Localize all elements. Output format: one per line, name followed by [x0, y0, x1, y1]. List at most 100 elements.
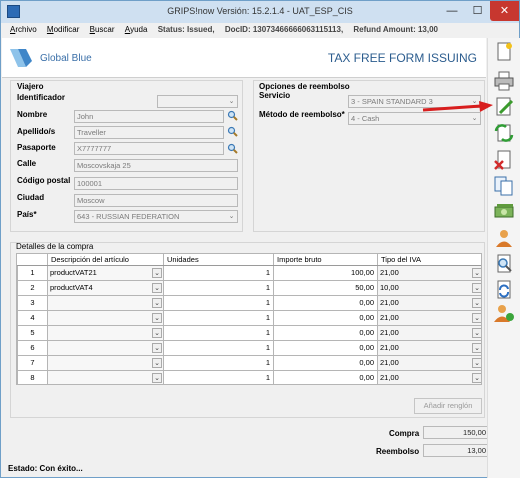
table-row[interactable]: 1 productVAT21 ⌄ 1 100,00 21,00 ⌄	[17, 264, 481, 281]
units-cell[interactable]: 1	[163, 369, 274, 384]
chevron-down-icon[interactable]: ⌄	[472, 282, 481, 293]
codigo-postal-label: Código postal	[17, 176, 71, 185]
metodo-label: Método de reembolso*	[259, 110, 345, 119]
chevron-down-icon: ⌄	[471, 115, 478, 122]
copy-documents-icon[interactable]	[492, 175, 516, 197]
search-icon[interactable]	[227, 110, 238, 121]
apellido-field[interactable]: Traveller	[74, 126, 224, 139]
sync-document-icon[interactable]	[492, 279, 516, 301]
vat-cell[interactable]: 21,00 ⌄	[377, 339, 481, 356]
money-icon[interactable]	[492, 201, 516, 223]
units-cell[interactable]: 1	[163, 324, 274, 341]
reembolso-group-label: Opciones de reembolso	[259, 82, 350, 91]
vat-cell[interactable]: 10,00 ⌄	[377, 279, 481, 296]
chevron-down-icon: ⌄	[228, 98, 235, 105]
units-cell[interactable]: 1	[163, 294, 274, 311]
units-cell[interactable]: 1	[163, 279, 274, 296]
pasaporte-field[interactable]: X7777777	[74, 142, 224, 155]
row-number: 2	[17, 279, 48, 296]
minimize-button[interactable]: —	[439, 1, 465, 21]
chevron-down-icon[interactable]: ⌄	[472, 297, 481, 308]
chevron-down-icon[interactable]: ⌄	[472, 342, 481, 353]
description-cell[interactable]: productVAT4 ⌄	[47, 279, 164, 296]
table-row[interactable]: 8 ⌄ 1 0,00 21,00 ⌄	[17, 369, 481, 384]
table-row[interactable]: 5 ⌄ 1 0,00 21,00 ⌄	[17, 324, 481, 341]
edit-document-icon[interactable]	[492, 96, 516, 118]
table-row[interactable]: 3 ⌄ 1 0,00 21,00 ⌄	[17, 294, 481, 311]
units-cell[interactable]: 1	[163, 264, 274, 281]
delete-document-icon[interactable]	[492, 149, 516, 171]
table-row[interactable]: 2 productVAT4 ⌄ 1 50,00 10,00 ⌄	[17, 279, 481, 296]
chevron-down-icon[interactable]: ⌄	[472, 372, 481, 383]
amount-cell[interactable]: 0,00	[273, 309, 378, 326]
identificador-label: Identificador	[17, 93, 66, 102]
chevron-down-icon[interactable]: ⌄	[152, 297, 162, 308]
units-cell[interactable]: 1	[163, 309, 274, 326]
print-icon[interactable]	[492, 70, 516, 92]
vat-cell[interactable]: 21,00 ⌄	[377, 369, 481, 384]
user-icon[interactable]	[492, 227, 516, 249]
menu-archivo[interactable]: Archivo	[10, 23, 37, 37]
add-row-button[interactable]: Añadir renglón	[414, 398, 482, 414]
vat-cell[interactable]: 21,00 ⌄	[377, 264, 481, 281]
search-icon[interactable]	[227, 143, 238, 154]
calle-field[interactable]: Moscovskaja 25	[74, 159, 238, 172]
units-cell[interactable]: 1	[163, 354, 274, 371]
refresh-document-icon[interactable]	[492, 122, 516, 144]
vat-cell[interactable]: 21,00 ⌄	[377, 354, 481, 371]
vat-cell[interactable]: 21,00 ⌄	[377, 324, 481, 341]
menu-ayuda[interactable]: Ayuda	[125, 23, 148, 37]
nombre-field[interactable]: John	[74, 110, 224, 123]
chevron-down-icon[interactable]: ⌄	[472, 357, 481, 368]
chevron-down-icon[interactable]: ⌄	[472, 267, 481, 278]
new-document-icon[interactable]	[492, 41, 516, 63]
chevron-down-icon[interactable]: ⌄	[152, 327, 162, 338]
chevron-down-icon[interactable]: ⌄	[152, 357, 162, 368]
pais-select[interactable]: 643 - RUSSIAN FEDERATION ⌄	[74, 210, 238, 223]
amount-cell[interactable]: 50,00	[273, 279, 378, 296]
chevron-down-icon[interactable]: ⌄	[472, 312, 481, 323]
identificador-select[interactable]: ⌄	[157, 95, 238, 108]
amount-cell[interactable]: 0,00	[273, 294, 378, 311]
menu-modificar[interactable]: Modificar	[47, 23, 79, 37]
description-cell[interactable]: ⌄	[47, 324, 164, 341]
chevron-down-icon: ⌄	[228, 213, 235, 220]
codigo-postal-field[interactable]: 100001	[74, 177, 238, 190]
vat-cell[interactable]: 21,00 ⌄	[377, 294, 481, 311]
description-cell[interactable]: ⌄	[47, 339, 164, 356]
description-cell[interactable]: ⌄	[47, 354, 164, 371]
search-document-icon[interactable]	[492, 253, 516, 275]
maximize-button[interactable]: ☐	[465, 1, 490, 21]
amount-cell[interactable]: 0,00	[273, 369, 378, 384]
chevron-down-icon[interactable]: ⌄	[152, 312, 162, 323]
chevron-down-icon[interactable]: ⌄	[152, 282, 162, 293]
chevron-down-icon[interactable]: ⌄	[472, 327, 481, 338]
chevron-down-icon[interactable]: ⌄	[152, 267, 162, 278]
row-number: 5	[17, 324, 48, 341]
row-number: 3	[17, 294, 48, 311]
table-row[interactable]: 4 ⌄ 1 0,00 21,00 ⌄	[17, 309, 481, 326]
search-icon[interactable]	[227, 126, 238, 137]
description-cell[interactable]: ⌄	[47, 294, 164, 311]
description-cell[interactable]: ⌄	[47, 369, 164, 384]
vat-cell[interactable]: 21,00 ⌄	[377, 309, 481, 326]
amount-cell[interactable]: 100,00	[273, 264, 378, 281]
table-row[interactable]: 7 ⌄ 1 0,00 21,00 ⌄	[17, 354, 481, 371]
amount-cell[interactable]: 0,00	[273, 339, 378, 356]
amount-cell[interactable]: 0,00	[273, 324, 378, 341]
chevron-down-icon[interactable]: ⌄	[152, 372, 162, 383]
description-cell[interactable]: ⌄	[47, 309, 164, 326]
column-header: Tipo del IVA	[377, 254, 481, 266]
description-cell[interactable]: productVAT21 ⌄	[47, 264, 164, 281]
units-cell[interactable]: 1	[163, 339, 274, 356]
ciudad-field[interactable]: Moscow	[74, 194, 238, 207]
red-arrow-annotation	[422, 101, 493, 112]
table-row[interactable]: 6 ⌄ 1 0,00 21,00 ⌄	[17, 339, 481, 356]
docid-info: DocID: 13073466666063115113,	[224, 25, 344, 34]
menu-buscar[interactable]: Buscar	[90, 23, 115, 37]
user-add-icon[interactable]	[492, 302, 516, 324]
amount-cell[interactable]: 0,00	[273, 354, 378, 371]
status-bar: Estado: Con éxito...	[8, 464, 83, 473]
close-button[interactable]: ✕	[490, 1, 519, 21]
chevron-down-icon[interactable]: ⌄	[152, 342, 162, 353]
